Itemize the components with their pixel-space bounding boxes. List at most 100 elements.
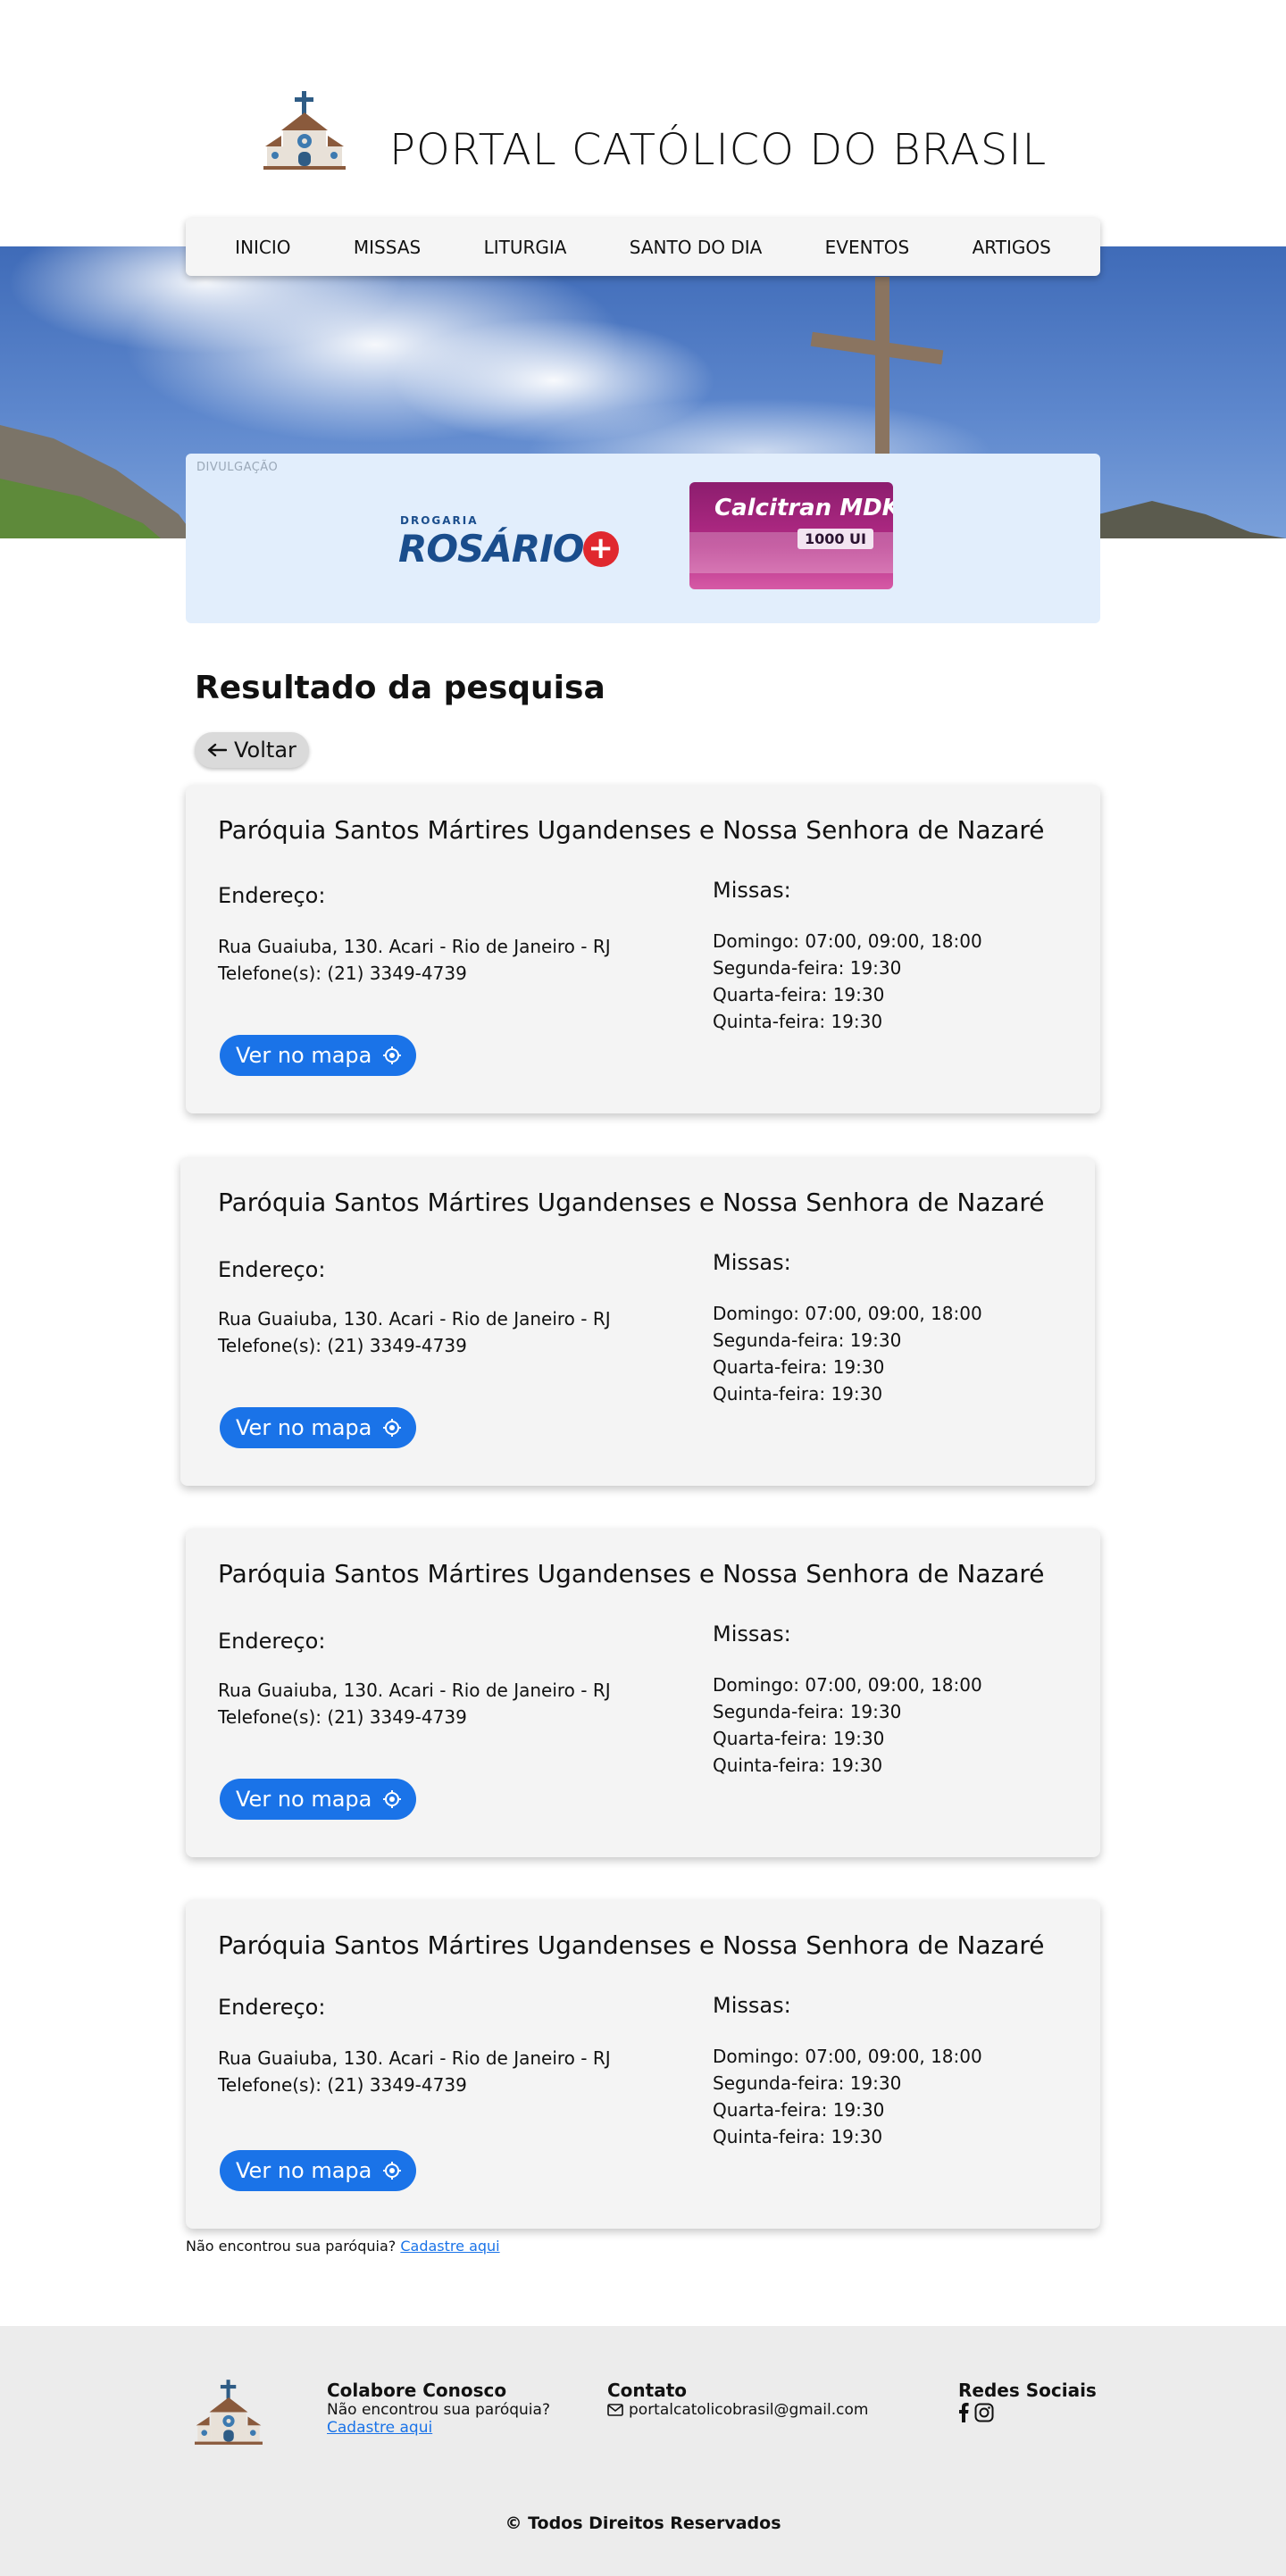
phone-line: Telefone(s): (21) 3349-4739 bbox=[218, 1706, 467, 1728]
plus-icon: + bbox=[582, 531, 619, 567]
parish-name: Paróquia Santos Mártires Ugandenses e No… bbox=[218, 1930, 1045, 1960]
footer-collab: Colabore Conosco Não encontrou sua paróq… bbox=[327, 2380, 550, 2437]
mass-time: Quinta-feira: 19:30 bbox=[713, 1755, 883, 1776]
footer-social: Redes Sociais bbox=[958, 2380, 1097, 2422]
site-header: PORTAL CATÓLICO DO BRASIL bbox=[0, 0, 1286, 246]
church-icon[interactable] bbox=[263, 91, 346, 175]
parish-card: Paróquia Santos Mártires Ugandenses e No… bbox=[186, 1900, 1100, 2229]
address-label: Endereço: bbox=[218, 1995, 326, 2020]
parish-name: Paróquia Santos Mártires Ugandenses e No… bbox=[218, 1559, 1045, 1588]
location-target-icon bbox=[383, 1419, 402, 1437]
back-button-label: Voltar bbox=[234, 738, 296, 763]
contact-email[interactable]: portalcatolicobrasil@gmail.com bbox=[629, 2401, 868, 2419]
ad-label: DIVULGAÇÃO bbox=[196, 461, 279, 474]
drogaria-rosario-logo[interactable]: DROGARIA ROSÁRIO + bbox=[398, 514, 619, 571]
address-label: Endereço: bbox=[218, 1629, 326, 1654]
view-map-button[interactable]: Ver no mapa bbox=[220, 1779, 417, 1820]
mass-time: Segunda-feira: 19:30 bbox=[713, 1701, 902, 1722]
phone-line: Telefone(s): (21) 3349-4739 bbox=[218, 2074, 467, 2096]
location-target-icon bbox=[383, 1790, 402, 1808]
mass-time: Segunda-feira: 19:30 bbox=[713, 957, 902, 979]
parish-address: Rua Guaiuba, 130. Acari - Rio de Janeiro… bbox=[218, 1677, 611, 1730]
masses-label: Missas: bbox=[713, 1993, 791, 2018]
address-label: Endereço: bbox=[218, 1257, 326, 1282]
masses-label: Missas: bbox=[713, 1621, 791, 1646]
address-label: Endereço: bbox=[218, 883, 326, 908]
results-title: Resultado da pesquisa bbox=[195, 670, 605, 706]
parish-card: Paróquia Santos Mártires Ugandenses e No… bbox=[186, 785, 1100, 1113]
arrow-left-icon bbox=[207, 743, 227, 757]
nav-item-santo-do-dia[interactable]: SANTO DO DIA bbox=[630, 237, 763, 258]
nav-item-eventos[interactable]: EVENTOS bbox=[825, 237, 910, 258]
mass-time: Domingo: 07:00, 09:00, 18:00 bbox=[713, 930, 982, 952]
view-map-label: Ver no mapa bbox=[236, 1415, 372, 1440]
mass-time: Domingo: 07:00, 09:00, 18:00 bbox=[713, 1674, 982, 1696]
collab-text: Não encontrou sua paróquia? bbox=[327, 2401, 550, 2419]
parish-address: Rua Guaiuba, 130. Acari - Rio de Janeiro… bbox=[218, 933, 611, 987]
parish-card: Paróquia Santos Mártires Ugandenses e No… bbox=[186, 1529, 1100, 1857]
mass-time: Quinta-feira: 19:30 bbox=[713, 1011, 883, 1032]
view-map-button[interactable]: Ver no mapa bbox=[220, 1407, 417, 1448]
mass-schedule: Domingo: 07:00, 09:00, 18:00 Segunda-fei… bbox=[713, 1300, 982, 1407]
address-line: Rua Guaiuba, 130. Acari - Rio de Janeiro… bbox=[218, 936, 611, 957]
phone-line: Telefone(s): (21) 3349-4739 bbox=[218, 963, 467, 984]
view-map-label: Ver no mapa bbox=[236, 1787, 372, 1812]
back-button[interactable]: Voltar bbox=[195, 732, 309, 768]
view-map-label: Ver no mapa bbox=[236, 1043, 372, 1068]
parish-card: Paróquia Santos Mártires Ugandenses e No… bbox=[180, 1157, 1095, 1486]
nav-item-artigos[interactable]: ARTIGOS bbox=[973, 237, 1051, 258]
collab-title: Colabore Conosco bbox=[327, 2380, 507, 2401]
advertisement-banner[interactable]: DIVULGAÇÃO DROGARIA ROSÁRIO + Calcitran … bbox=[186, 454, 1100, 623]
footer-contact: Contato portalcatolicobrasil@gmail.com bbox=[607, 2380, 868, 2419]
mass-time: Quarta-feira: 19:30 bbox=[713, 2099, 885, 2121]
mass-time: Segunda-feira: 19:30 bbox=[713, 2072, 902, 2094]
view-map-button[interactable]: Ver no mapa bbox=[220, 1035, 417, 1076]
facebook-icon[interactable] bbox=[958, 2403, 969, 2422]
location-target-icon bbox=[383, 1046, 402, 1064]
address-line: Rua Guaiuba, 130. Acari - Rio de Janeiro… bbox=[218, 1680, 611, 1701]
phone-line: Telefone(s): (21) 3349-4739 bbox=[218, 1335, 467, 1356]
mass-time: Segunda-feira: 19:30 bbox=[713, 1330, 902, 1351]
drogaria-small-label: DROGARIA bbox=[400, 514, 479, 527]
not-found-notice: Não encontrou sua paróquia? Cadastre aqu… bbox=[186, 2238, 500, 2255]
site-title: PORTAL CATÓLICO DO BRASIL bbox=[389, 125, 1048, 175]
parish-address: Rua Guaiuba, 130. Acari - Rio de Janeiro… bbox=[218, 2045, 611, 2098]
parish-name: Paróquia Santos Mártires Ugandenses e No… bbox=[218, 815, 1045, 845]
contact-title: Contato bbox=[607, 2380, 688, 2401]
register-link[interactable]: Cadastre aqui bbox=[400, 2238, 499, 2255]
masses-label: Missas: bbox=[713, 878, 791, 903]
mass-time: Quinta-feira: 19:30 bbox=[713, 1383, 883, 1405]
footer-register-link[interactable]: Cadastre aqui bbox=[327, 2419, 432, 2437]
calcitran-product-image[interactable]: Calcitran MDK 1000 UI bbox=[689, 482, 893, 589]
mass-schedule: Domingo: 07:00, 09:00, 18:00 Segunda-fei… bbox=[713, 2043, 982, 2150]
product-dose: 1000 UI bbox=[797, 529, 873, 549]
view-map-label: Ver no mapa bbox=[236, 2158, 372, 2183]
mass-time: Quarta-feira: 19:30 bbox=[713, 1356, 885, 1378]
mass-schedule: Domingo: 07:00, 09:00, 18:00 Segunda-fei… bbox=[713, 928, 982, 1035]
mass-time: Quarta-feira: 19:30 bbox=[713, 1728, 885, 1749]
parish-address: Rua Guaiuba, 130. Acari - Rio de Janeiro… bbox=[218, 1305, 611, 1359]
mass-time: Quarta-feira: 19:30 bbox=[713, 984, 885, 1005]
product-name: Calcitran MDK bbox=[714, 495, 893, 521]
not-found-text: Não encontrou sua paróquia? bbox=[186, 2238, 397, 2255]
main-nav: INICIO MISSAS LITURGIA SANTO DO DIA EVEN… bbox=[186, 218, 1100, 276]
drogaria-name: ROSÁRIO bbox=[398, 527, 584, 571]
instagram-icon[interactable] bbox=[974, 2403, 994, 2422]
mass-schedule: Domingo: 07:00, 09:00, 18:00 Segunda-fei… bbox=[713, 1671, 982, 1779]
site-footer: Colabore Conosco Não encontrou sua paróq… bbox=[0, 2326, 1286, 2576]
location-target-icon bbox=[383, 2162, 402, 2180]
church-icon[interactable] bbox=[195, 2380, 263, 2449]
mail-icon bbox=[607, 2404, 623, 2416]
mass-time: Quinta-feira: 19:30 bbox=[713, 2126, 883, 2147]
nav-item-inicio[interactable]: INICIO bbox=[235, 237, 290, 258]
nav-item-liturgia[interactable]: LITURGIA bbox=[484, 237, 567, 258]
address-line: Rua Guaiuba, 130. Acari - Rio de Janeiro… bbox=[218, 1308, 611, 1330]
mass-time: Domingo: 07:00, 09:00, 18:00 bbox=[713, 1303, 982, 1324]
copyright: © Todos Direitos Reservados bbox=[505, 2513, 781, 2533]
masses-label: Missas: bbox=[713, 1250, 791, 1275]
mass-time: Domingo: 07:00, 09:00, 18:00 bbox=[713, 2046, 982, 2067]
nav-item-missas[interactable]: MISSAS bbox=[354, 237, 421, 258]
address-line: Rua Guaiuba, 130. Acari - Rio de Janeiro… bbox=[218, 2047, 611, 2069]
view-map-button[interactable]: Ver no mapa bbox=[220, 2150, 417, 2191]
social-title: Redes Sociais bbox=[958, 2380, 1097, 2401]
